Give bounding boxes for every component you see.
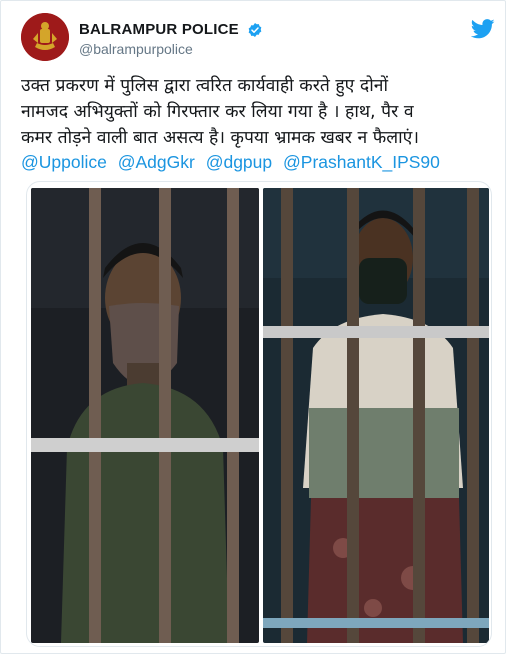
police-emblem-icon [21, 13, 69, 61]
account-handle[interactable]: @balrampurpolice [79, 41, 263, 57]
photo-right[interactable] [263, 188, 489, 643]
twitter-bird-icon[interactable] [471, 19, 495, 39]
mention-link[interactable]: @PrashantK_IPS90 [283, 152, 440, 172]
tweet-text: उक्त प्रकरण में पुलिस द्वारा त्वरित कार्… [21, 76, 419, 148]
tweet-header: BALRAMPUR POLICE @balrampurpolice [21, 13, 495, 63]
person-behind-bars-right-image [263, 188, 489, 643]
mention-link[interactable]: @Uppolice [21, 152, 107, 172]
display-name[interactable]: BALRAMPUR POLICE [79, 21, 239, 38]
tweet-card: BALRAMPUR POLICE @balrampurpolice उक्त प… [0, 0, 506, 654]
verified-badge-icon [248, 22, 262, 37]
person-behind-bars-left-image [31, 188, 259, 643]
tweet-media [26, 181, 492, 647]
mention-link[interactable]: @dgpup [206, 152, 272, 172]
photo-left[interactable] [31, 188, 259, 643]
mention-link[interactable]: @AdgGkr [118, 152, 195, 172]
tweet-mentions: @Uppolice @AdgGkr @dgpup @PrashantK_IPS9… [21, 151, 491, 173]
account-names: BALRAMPUR POLICE @balrampurpolice [79, 19, 263, 57]
avatar[interactable] [21, 13, 69, 61]
